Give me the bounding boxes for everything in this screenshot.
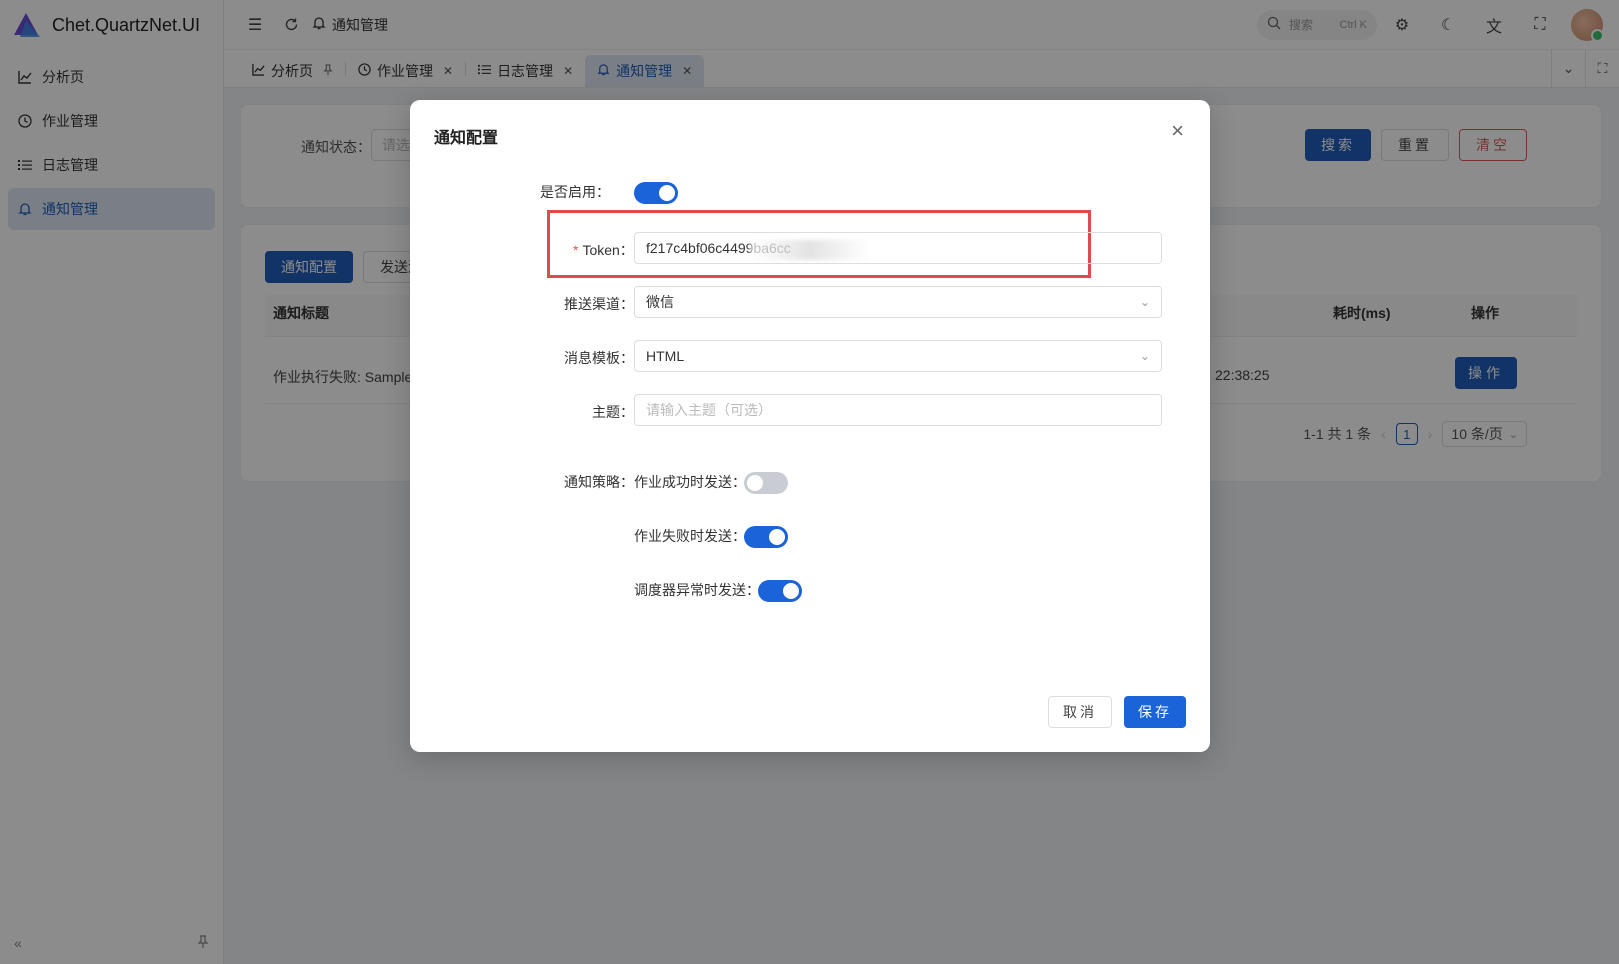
template-label: 消息模板：: [564, 350, 634, 366]
enabled-label: 是否启用：: [540, 184, 610, 200]
on-success-label: 作业成功时发送：: [634, 474, 746, 490]
strategy-label: 通知策略：: [564, 474, 634, 490]
token-label: * Token：: [573, 242, 634, 258]
channel-value: 微信: [646, 294, 674, 310]
dialog-actions: 取消 保存: [1048, 696, 1186, 728]
on-scheduler-error-label: 调度器异常时发送：: [634, 582, 760, 598]
close-icon[interactable]: ×: [1171, 118, 1184, 144]
channel-select[interactable]: 微信 ⌄: [634, 286, 1162, 318]
subject-placeholder: 请输入主题（可选）: [646, 402, 772, 418]
cancel-button[interactable]: 取消: [1048, 696, 1112, 728]
on-success-toggle[interactable]: [744, 472, 788, 494]
channel-label: 推送渠道：: [564, 296, 634, 312]
token-input[interactable]: f217c4bf06c4499ba6cc: [634, 232, 1162, 264]
enabled-toggle[interactable]: [634, 182, 678, 204]
dialog-title: 通知配置: [434, 130, 499, 147]
on-scheduler-error-toggle[interactable]: [758, 580, 802, 602]
template-select[interactable]: HTML ⌄: [634, 340, 1162, 372]
chevron-down-icon: ⌄: [1139, 295, 1150, 309]
save-button[interactable]: 保存: [1124, 696, 1186, 728]
chevron-down-icon: ⌄: [1139, 349, 1150, 363]
notification-config-dialog: 通知配置 × 是否启用： * Token： f217c4bf06c4499ba6c…: [410, 100, 1210, 752]
token-redaction: [750, 240, 870, 260]
subject-label: 主题：: [592, 404, 634, 420]
subject-input[interactable]: 请输入主题（可选）: [634, 394, 1162, 426]
on-failure-label: 作业失败时发送：: [634, 528, 746, 544]
on-failure-toggle[interactable]: [744, 526, 788, 548]
template-value: HTML: [646, 348, 685, 364]
